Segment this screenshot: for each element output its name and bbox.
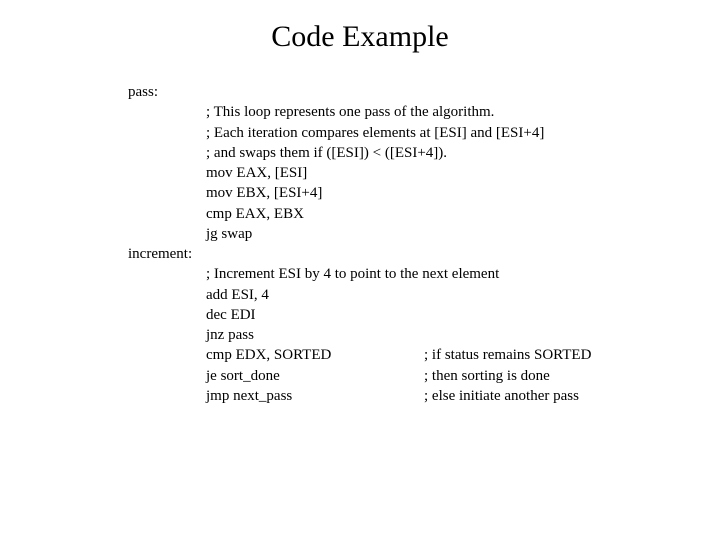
slide-title: Code Example [0, 20, 720, 54]
code-row: cmp EDX, SORTED ; if status remains SORT… [206, 345, 720, 365]
code-instruction: cmp EAX, EBX [206, 204, 720, 224]
code-instruction: jmp next_pass [206, 386, 424, 406]
code-label-increment: increment: [128, 244, 720, 264]
code-comment: ; then sorting is done [424, 366, 720, 386]
code-instruction: add ESI, 4 [206, 285, 720, 305]
code-instruction: mov EBX, [ESI+4] [206, 183, 720, 203]
code-instruction: cmp EDX, SORTED [206, 345, 424, 365]
code-comment: ; This loop represents one pass of the a… [206, 102, 720, 122]
code-comment: ; if status remains SORTED [424, 345, 720, 365]
code-label-pass: pass: [128, 82, 720, 102]
code-instruction: je sort_done [206, 366, 424, 386]
code-row: jmp next_pass ; else initiate another pa… [206, 386, 720, 406]
code-row: je sort_done ; then sorting is done [206, 366, 720, 386]
slide: Code Example pass: ; This loop represent… [0, 0, 720, 540]
code-instruction: mov EAX, [ESI] [206, 163, 720, 183]
code-instruction: jnz pass [206, 325, 720, 345]
code-instruction: jg swap [206, 224, 720, 244]
code-comment: ; else initiate another pass [424, 386, 720, 406]
code-block: pass: ; This loop represents one pass of… [128, 82, 720, 406]
code-comment: ; Increment ESI by 4 to point to the nex… [206, 264, 720, 284]
code-instruction: dec EDI [206, 305, 720, 325]
code-comment: ; Each iteration compares elements at [E… [206, 123, 720, 143]
code-comment: ; and swaps them if ([ESI]) < ([ESI+4]). [206, 143, 720, 163]
